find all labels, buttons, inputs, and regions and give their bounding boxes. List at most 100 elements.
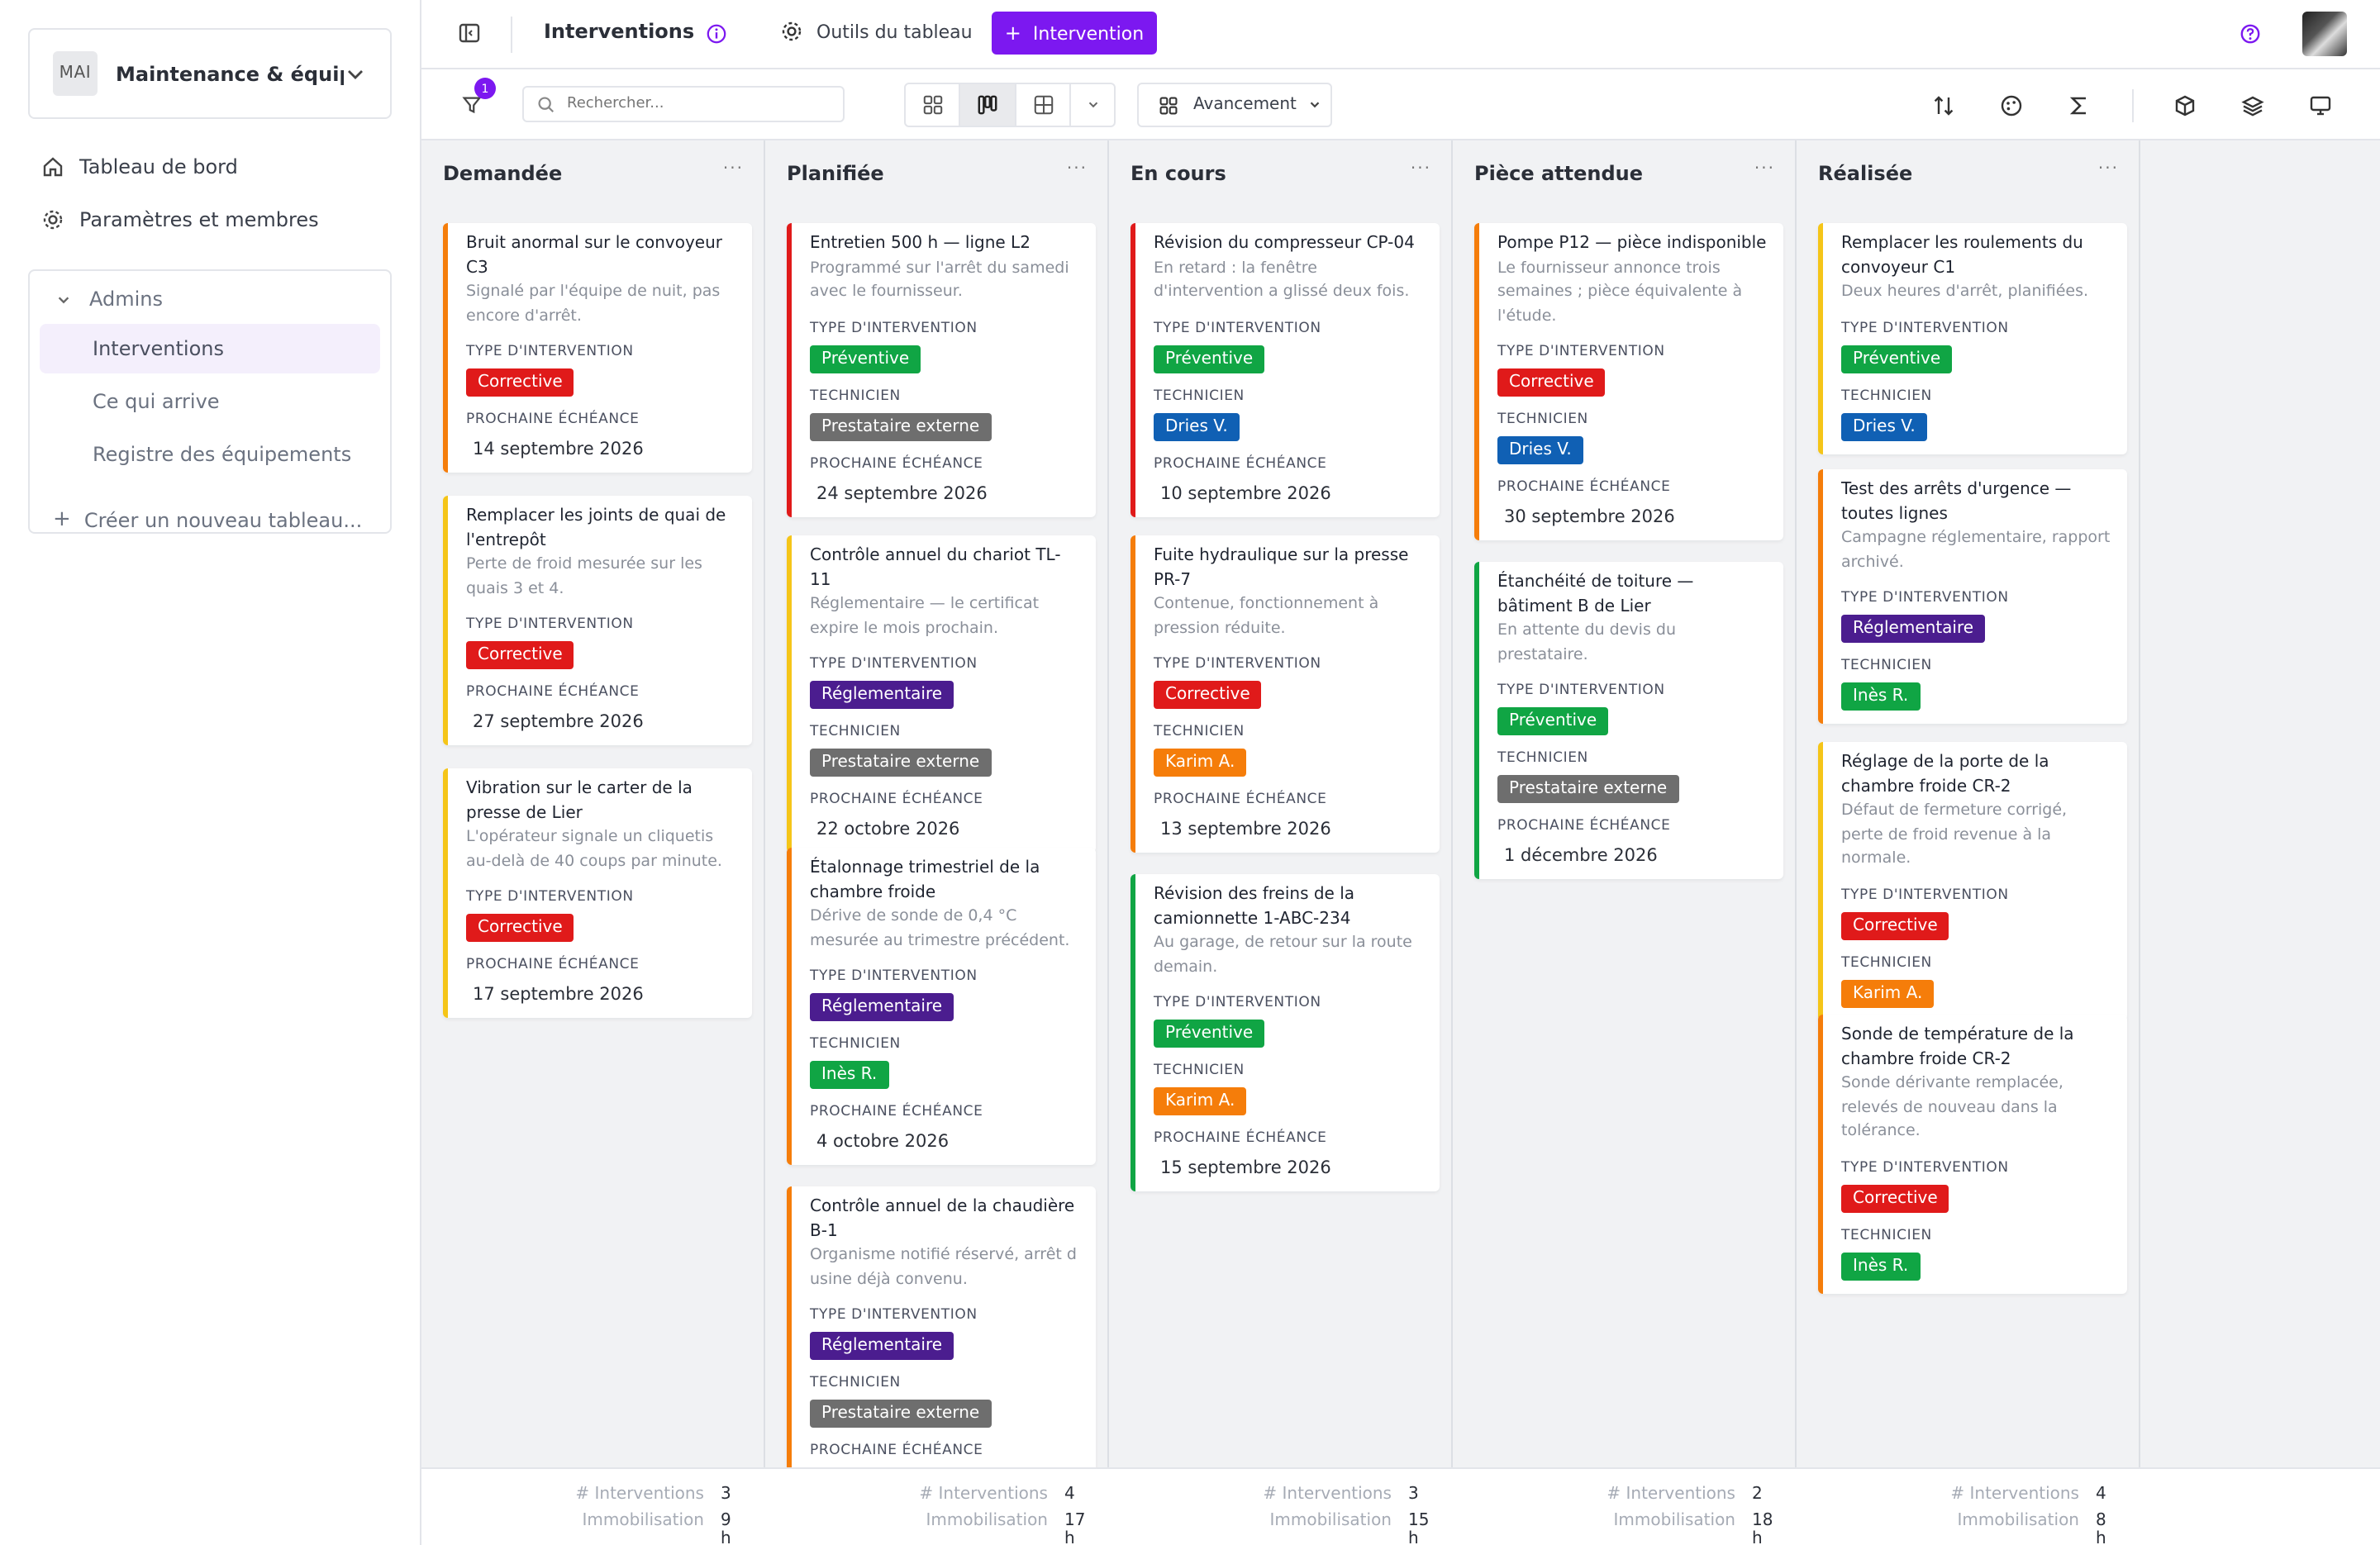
workspace-name: Maintenance & équip... <box>116 62 344 85</box>
footer-stat-value: 3 <box>721 1486 731 1504</box>
info-icon[interactable] <box>706 23 727 45</box>
card-title: Contrôle annuel de la chaudière B-1 <box>810 1198 1075 1240</box>
type-tag: Réglementaire <box>810 993 954 1021</box>
field-label: PROCHAINE ÉCHÉANCE <box>466 411 640 428</box>
card-title: Étalonnage trimestriel de la chambre fro… <box>810 859 1040 901</box>
layers-icon[interactable] <box>2241 94 2264 117</box>
kanban-column: Planifiée ··· Entretien 500 h — ligne L2 Pr… <box>765 140 1109 1545</box>
footer-stat-value: 15 h <box>1408 1512 1430 1545</box>
sidebar-toggle-icon[interactable] <box>458 21 481 45</box>
create-board-button[interactable]: + Créer un nouveau tableau... <box>53 507 362 532</box>
technician-tag: Karim A. <box>1841 979 1935 1007</box>
card-description: Organisme notifié réservé, arrêt d usine… <box>810 1246 1077 1288</box>
sidebar-item-registre[interactable]: Registre des équipements <box>40 430 380 479</box>
view-more-button[interactable] <box>1072 84 1114 126</box>
help-icon[interactable] <box>2240 23 2261 45</box>
sidebar-item-ce-qui-arrive[interactable]: Ce qui arrive <box>40 377 380 426</box>
nav-dashboard[interactable]: Tableau de bord <box>41 155 238 178</box>
intervention-card[interactable]: Bruit anormal sur le convoyeur C3 Signalé… <box>443 223 752 473</box>
sort-icon[interactable] <box>1932 94 1955 117</box>
intervention-card[interactable]: Contrôle annuel du chariot TL-11 Réglemen… <box>787 535 1096 853</box>
filter-button[interactable]: 1 <box>461 78 496 122</box>
due-date: 30 septembre 2026 <box>1504 507 1675 527</box>
card-title: Contrôle annuel du chariot TL-11 <box>810 547 1061 589</box>
field-label: PROCHAINE ÉCHÉANCE <box>1154 792 1327 808</box>
monitor-icon[interactable] <box>2309 94 2332 117</box>
type-tag: Corrective <box>1497 368 1606 397</box>
search-box[interactable] <box>522 86 845 122</box>
workspace-switcher[interactable]: MAI Maintenance & équip... <box>28 28 392 119</box>
intervention-card[interactable]: Test des arrêts d'urgence — toutes ligne… <box>1818 469 2127 724</box>
add-intervention-button[interactable]: + Intervention <box>992 12 1157 55</box>
board-group: Admins Interventions Ce qui arrive Regis… <box>28 269 392 534</box>
column-title: Planifiée <box>787 162 884 185</box>
intervention-card[interactable]: Révision du compresseur CP-04 En retard :… <box>1130 223 1440 516</box>
column-more-icon[interactable]: ··· <box>723 160 744 178</box>
app-root: MAI Maintenance & équip... Tableau de bo… <box>0 0 2380 1545</box>
intervention-card[interactable]: Vibration sur le carter de la presse de … <box>443 768 752 1018</box>
intervention-card[interactable]: Contrôle annuel de la chaudière B-1 Organ… <box>787 1186 1096 1504</box>
color-palette-icon[interactable] <box>2000 94 2023 117</box>
card-title: Remplacer les roulements du convoyeur C1 <box>1841 235 2083 277</box>
field-label: TECHNICIEN <box>810 1375 901 1391</box>
intervention-card[interactable]: Sonde de température de la chambre froid… <box>1818 1015 2127 1293</box>
type-tag: Corrective <box>466 914 574 942</box>
intervention-card[interactable]: Étalonnage trimestriel de la chambre fro… <box>787 848 1096 1165</box>
footer-stat: Immobilisation 18 h <box>1614 1512 1775 1545</box>
user-avatar[interactable] <box>2302 12 2347 56</box>
kanban-icon <box>978 95 997 115</box>
sum-icon[interactable] <box>2068 94 2091 117</box>
cube-icon[interactable] <box>2173 94 2197 117</box>
grid-icon <box>1159 96 1178 114</box>
nav-settings[interactable]: Paramètres et membres <box>41 208 319 231</box>
technician-tag: Prestataire externe <box>810 749 992 777</box>
field-label: PROCHAINE ÉCHÉANCE <box>810 792 983 808</box>
card-title: Entretien 500 h — ligne L2 <box>810 235 1031 253</box>
gear-icon <box>43 210 63 230</box>
field-label: TECHNICIEN <box>1841 1227 1932 1243</box>
intervention-card[interactable]: Étanchéité de toiture — bâtiment B de Li… <box>1474 562 1783 879</box>
footer-stat-value: 18 h <box>1752 1512 1773 1545</box>
group-by-dropdown[interactable]: Avancement <box>1137 83 1332 127</box>
intervention-card[interactable]: Fuite hydraulique sur la presse PR-7 Cont… <box>1130 535 1440 853</box>
view-kanban-button[interactable] <box>960 84 1016 126</box>
intervention-card[interactable]: Remplacer les roulements du convoyeur C1… <box>1818 223 2127 454</box>
card-description: Perte de froid mesurée sur les quais 3 e… <box>466 555 702 597</box>
plus-icon: + <box>53 507 71 532</box>
footer-stat-value: 17 h <box>1064 1512 1086 1545</box>
board-tools-label: Outils du tableau <box>816 21 973 42</box>
footer-stat: # Interventions 4 <box>1950 1486 2119 1504</box>
group-toggle[interactable]: Admins <box>56 288 163 311</box>
chevron-down-icon <box>348 69 363 78</box>
due-date: 13 septembre 2026 <box>1160 820 1331 839</box>
field-label: TYPE D'INTERVENTION <box>1841 320 2009 336</box>
sidebar-item-interventions[interactable]: Interventions <box>40 324 380 373</box>
empty-column <box>2140 140 2380 1545</box>
field-label: TYPE D'INTERVENTION <box>1841 887 2009 903</box>
column-title: Demandée <box>443 162 563 185</box>
nav-dashboard-label: Tableau de bord <box>79 155 238 178</box>
intervention-card[interactable]: Révision des freins de la camionnette 1-… <box>1130 874 1440 1191</box>
intervention-card[interactable]: Remplacer les joints de quai de l'entrep… <box>443 496 752 745</box>
column-more-icon[interactable]: ··· <box>1754 160 1775 178</box>
card-title: Fuite hydraulique sur la presse PR-7 <box>1154 547 1409 589</box>
column-more-icon[interactable]: ··· <box>1411 160 1431 178</box>
kanban-column: Réalisée ··· Remplacer les roulements du c… <box>1797 140 2140 1545</box>
field-label: TYPE D'INTERVENTION <box>1497 682 1665 699</box>
search-input[interactable] <box>567 96 815 112</box>
board-tools-button[interactable]: Outils du tableau <box>780 20 973 43</box>
field-label: TYPE D'INTERVENTION <box>466 344 634 360</box>
field-label: TYPE D'INTERVENTION <box>1841 1159 2009 1176</box>
intervention-card[interactable]: Pompe P12 — pièce indisponible Le fournis… <box>1474 223 1783 540</box>
footer-stat-label: # Interventions <box>919 1486 1048 1504</box>
view-switcher <box>904 83 1116 127</box>
technician-tag: Prestataire externe <box>810 1400 992 1428</box>
column-more-icon[interactable]: ··· <box>1067 160 1088 178</box>
board-toolbar: 1 Avancement <box>421 69 2380 140</box>
view-table-button[interactable] <box>1016 84 1072 126</box>
column-more-icon[interactable]: ··· <box>2098 160 2119 178</box>
intervention-card[interactable]: Entretien 500 h — ligne L2 Programmé sur … <box>787 223 1096 516</box>
due-date: 15 septembre 2026 <box>1160 1158 1331 1178</box>
view-grid-button[interactable] <box>906 84 961 126</box>
intervention-card[interactable]: Réglage de la porte de la chambre froide… <box>1818 742 2127 1020</box>
